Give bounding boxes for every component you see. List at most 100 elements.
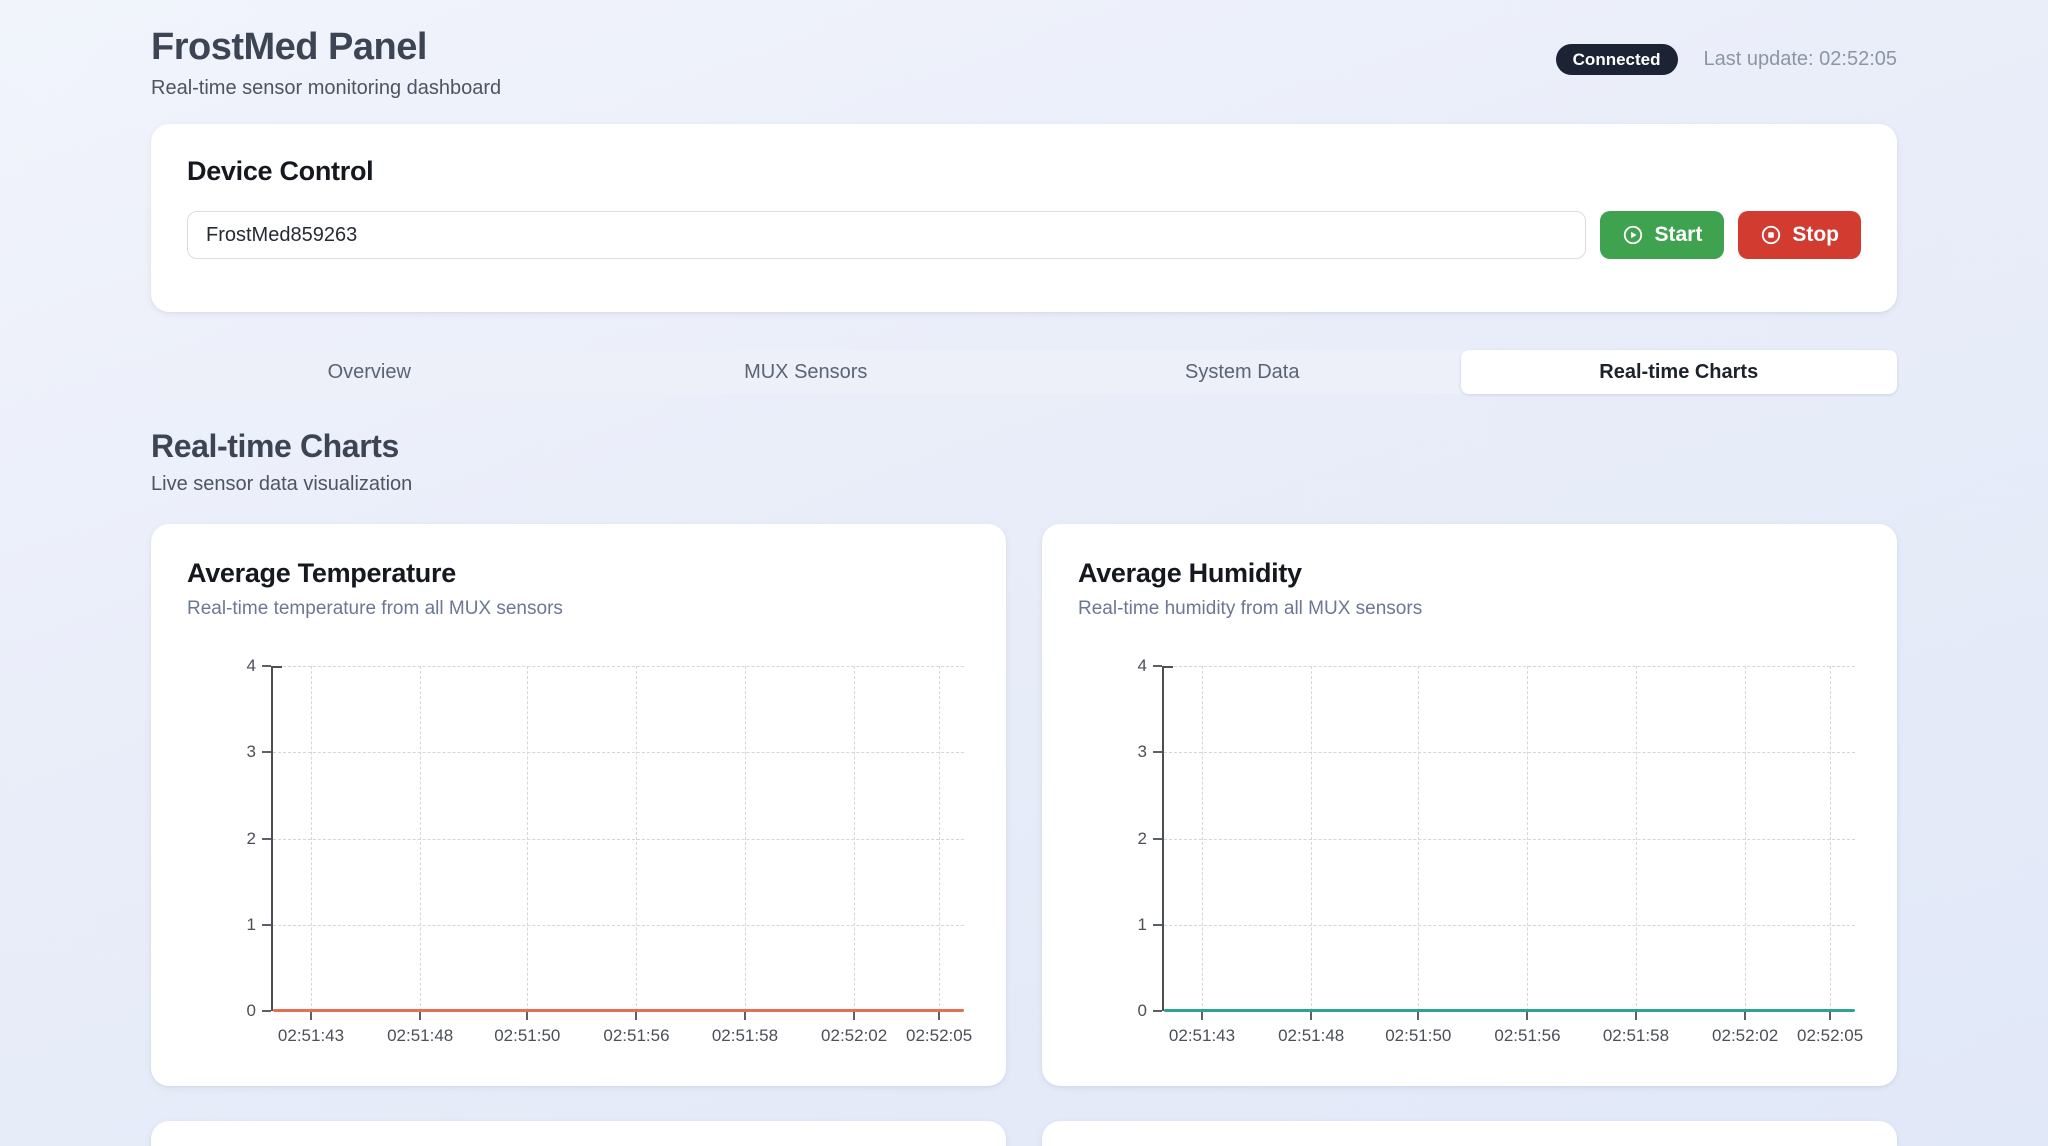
y-tick-label: 0 xyxy=(247,1001,256,1021)
temperature-chart-subtitle: Real-time temperature from all MUX senso… xyxy=(187,598,970,620)
x-tick-label: 02:51:43 xyxy=(278,1026,344,1046)
x-tick-mark xyxy=(744,1012,746,1020)
x-tick-mark xyxy=(1829,1012,1831,1020)
vertical-gridline xyxy=(527,666,528,1011)
y-tick-label: 1 xyxy=(247,915,256,935)
y-tick-label: 2 xyxy=(1138,829,1147,849)
humidity-chart-title: Average Humidity xyxy=(1078,558,1861,589)
y-axis-line xyxy=(1162,666,1164,1011)
vertical-gridline xyxy=(311,666,312,1011)
next-cards-row xyxy=(151,1121,1897,1146)
series-line xyxy=(273,1009,964,1012)
x-tick-label: 02:51:48 xyxy=(1278,1026,1344,1046)
y-axis-cap xyxy=(271,666,282,668)
partial-card-right xyxy=(1042,1121,1897,1146)
x-tick-mark xyxy=(853,1012,855,1020)
vertical-gridline xyxy=(420,666,421,1011)
x-tick-label: 02:51:58 xyxy=(712,1026,778,1046)
x-tick-label: 02:51:50 xyxy=(1385,1026,1451,1046)
y-tick-label: 2 xyxy=(247,829,256,849)
page-header: FrostMed Panel Real-time sensor monitori… xyxy=(151,26,1897,100)
tab-mux-sensors[interactable]: MUX Sensors xyxy=(588,350,1025,394)
start-button-label: Start xyxy=(1654,223,1702,247)
horizontal-gridline xyxy=(273,839,964,840)
section-subtitle: Live sensor data visualization xyxy=(151,473,1897,496)
temperature-chart-card: Average Temperature Real-time temperatur… xyxy=(151,524,1006,1086)
y-tick-mark xyxy=(262,1010,271,1012)
x-tick-label: 02:51:56 xyxy=(1494,1026,1560,1046)
y-tick-label: 4 xyxy=(247,656,256,676)
vertical-gridline xyxy=(854,666,855,1011)
x-tick-label: 02:51:56 xyxy=(603,1026,669,1046)
y-tick-label: 4 xyxy=(1138,656,1147,676)
x-tick-mark xyxy=(938,1012,940,1020)
tab-system-data[interactable]: System Data xyxy=(1024,350,1461,394)
x-tick-label: 02:52:02 xyxy=(1712,1026,1778,1046)
x-tick-mark xyxy=(635,1012,637,1020)
y-tick-mark xyxy=(1153,665,1162,667)
page-title: FrostMed Panel xyxy=(151,26,501,69)
y-tick-label: 3 xyxy=(247,742,256,762)
humidity-chart-plot: 0123402:51:4302:51:4802:51:5002:51:5602:… xyxy=(1164,666,1855,1011)
y-tick-mark xyxy=(1153,1010,1162,1012)
start-button[interactable]: Start xyxy=(1600,211,1724,259)
x-tick-mark xyxy=(526,1012,528,1020)
y-tick-mark xyxy=(262,751,271,753)
device-control-title: Device Control xyxy=(187,156,1861,187)
header-status-area: Connected Last update: 02:52:05 xyxy=(1556,44,1897,75)
device-name-input[interactable] xyxy=(187,211,1586,259)
x-tick-label: 02:52:02 xyxy=(821,1026,887,1046)
y-tick-mark xyxy=(262,924,271,926)
vertical-gridline xyxy=(745,666,746,1011)
play-circle-icon xyxy=(1622,224,1644,246)
vertical-gridline xyxy=(636,666,637,1011)
horizontal-gridline xyxy=(273,666,964,667)
charts-grid: Average Temperature Real-time temperatur… xyxy=(151,524,1897,1086)
vertical-gridline xyxy=(1636,666,1637,1011)
tab-realtime-charts[interactable]: Real-time Charts xyxy=(1461,350,1898,394)
y-tick-mark xyxy=(1153,838,1162,840)
y-axis-cap xyxy=(1162,666,1173,668)
x-tick-mark xyxy=(1744,1012,1746,1020)
humidity-chart-card: Average Humidity Real-time humidity from… xyxy=(1042,524,1897,1086)
stop-button-label: Stop xyxy=(1792,223,1839,247)
y-tick-mark xyxy=(1153,751,1162,753)
vertical-gridline xyxy=(1527,666,1528,1011)
device-control-card: Device Control Start Stop xyxy=(151,124,1897,312)
y-tick-label: 3 xyxy=(1138,742,1147,762)
page-subtitle: Real-time sensor monitoring dashboard xyxy=(151,77,501,100)
stop-button[interactable]: Stop xyxy=(1738,211,1861,259)
x-tick-mark xyxy=(1310,1012,1312,1020)
x-tick-label: 02:51:43 xyxy=(1169,1026,1235,1046)
x-tick-mark xyxy=(1526,1012,1528,1020)
humidity-chart-subtitle: Real-time humidity from all MUX sensors xyxy=(1078,598,1861,620)
temperature-chart-title: Average Temperature xyxy=(187,558,970,589)
last-update-text: Last update: 02:52:05 xyxy=(1704,48,1898,71)
device-controls-row: Start Stop xyxy=(187,211,1861,259)
tab-overview[interactable]: Overview xyxy=(151,350,588,394)
x-tick-mark xyxy=(310,1012,312,1020)
y-tick-mark xyxy=(1153,924,1162,926)
x-tick-label: 02:51:48 xyxy=(387,1026,453,1046)
y-tick-label: 0 xyxy=(1138,1001,1147,1021)
page-container: FrostMed Panel Real-time sensor monitori… xyxy=(151,0,1897,1146)
x-tick-mark xyxy=(1635,1012,1637,1020)
vertical-gridline xyxy=(1311,666,1312,1011)
status-badge: Connected xyxy=(1556,44,1678,75)
y-tick-mark xyxy=(262,665,271,667)
x-tick-mark xyxy=(1417,1012,1419,1020)
horizontal-gridline xyxy=(1164,925,1855,926)
horizontal-gridline xyxy=(273,925,964,926)
vertical-gridline xyxy=(1745,666,1746,1011)
vertical-gridline xyxy=(1202,666,1203,1011)
x-tick-mark xyxy=(419,1012,421,1020)
header-titles: FrostMed Panel Real-time sensor monitori… xyxy=(151,26,501,100)
y-tick-mark xyxy=(262,838,271,840)
section-title: Real-time Charts xyxy=(151,428,1897,465)
horizontal-gridline xyxy=(1164,839,1855,840)
vertical-gridline xyxy=(939,666,940,1011)
series-line xyxy=(1164,1009,1855,1012)
horizontal-gridline xyxy=(273,752,964,753)
x-tick-label: 02:52:05 xyxy=(1797,1026,1863,1046)
y-tick-label: 1 xyxy=(1138,915,1147,935)
